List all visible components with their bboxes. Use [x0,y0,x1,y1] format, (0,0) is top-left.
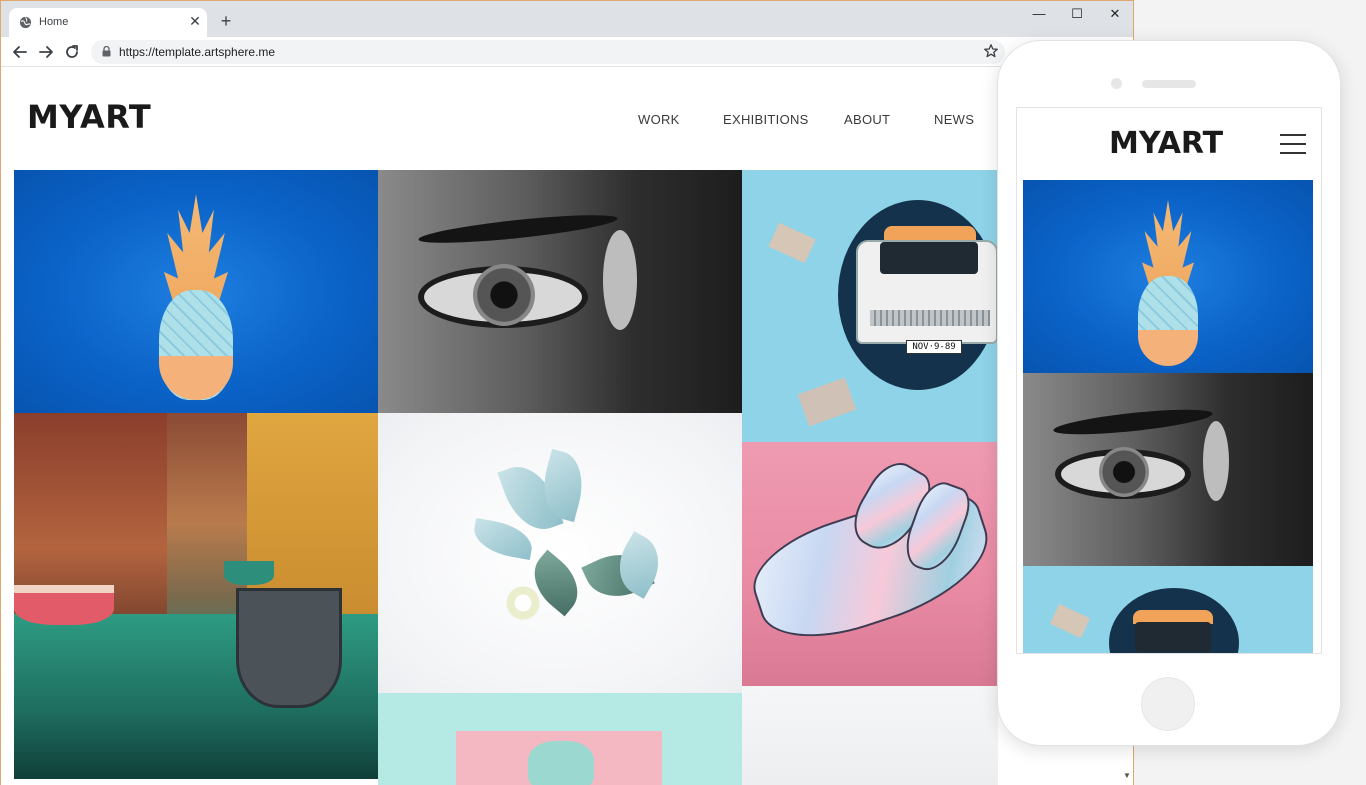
venice-canal-artwork[interactable] [14,413,378,779]
phone-speaker [1142,80,1196,88]
lock-icon [102,46,111,57]
hamburger-icon[interactable] [1280,134,1306,154]
eye-mural-artwork[interactable] [378,170,742,413]
page-viewport: MYART WORK EXHIBITIONS ABOUT NEWS NOV·9-… [1,68,1133,785]
globe-icon [19,16,32,29]
nav-news[interactable]: NEWS [934,112,974,127]
reload-icon[interactable] [63,43,81,61]
phone-home-button[interactable] [1141,677,1195,731]
car-wall-artwork[interactable]: NOV·9-89 [742,170,998,442]
close-tab-icon[interactable]: ✕ [187,13,203,29]
url-text: https://template.artsphere.me [119,45,276,59]
scroll-down-arrow-icon[interactable]: ▼ [1121,771,1133,783]
phone-screen: MYART [1016,107,1322,654]
browser-window: Home ✕ + — ☐ ✕ https://template.artspher… [0,0,1134,785]
address-bar[interactable]: https://template.artsphere.me [91,40,1005,64]
white-artwork[interactable] [742,686,998,785]
phone-mockup: MYART [997,40,1341,746]
site-logo[interactable]: MYART [27,98,151,136]
back-arrow-icon[interactable] [11,43,29,61]
maximize-button[interactable]: ☐ [1067,5,1087,23]
flower-artwork[interactable] [378,413,742,693]
license-plate: NOV·9-89 [906,340,962,354]
browser-toolbar: https://template.artsphere.me [1,37,1133,67]
nav-about[interactable]: ABOUT [844,112,890,127]
pineapple-artwork[interactable] [14,170,378,413]
tab-home[interactable]: Home ✕ [9,8,207,37]
bookmark-star-icon[interactable] [983,43,999,59]
nav-work[interactable]: WORK [638,112,680,127]
nav-exhibitions[interactable]: EXHIBITIONS [723,112,809,127]
painted-hand-artwork[interactable] [742,442,998,686]
phone-pineapple-artwork[interactable] [1023,180,1313,373]
tab-title: Home [39,16,69,28]
minimize-button[interactable]: — [1029,5,1049,23]
close-window-button[interactable]: ✕ [1105,5,1125,23]
phone-site-logo[interactable]: MYART [1109,126,1223,161]
mint-cat-artwork[interactable] [378,693,742,785]
forward-arrow-icon[interactable] [37,43,55,61]
new-tab-button[interactable]: + [217,12,235,30]
phone-car-wall-artwork[interactable] [1023,566,1313,653]
phone-camera [1111,78,1122,89]
phone-eye-mural-artwork[interactable] [1023,373,1313,566]
tab-strip: Home ✕ + — ☐ ✕ [1,1,1133,37]
